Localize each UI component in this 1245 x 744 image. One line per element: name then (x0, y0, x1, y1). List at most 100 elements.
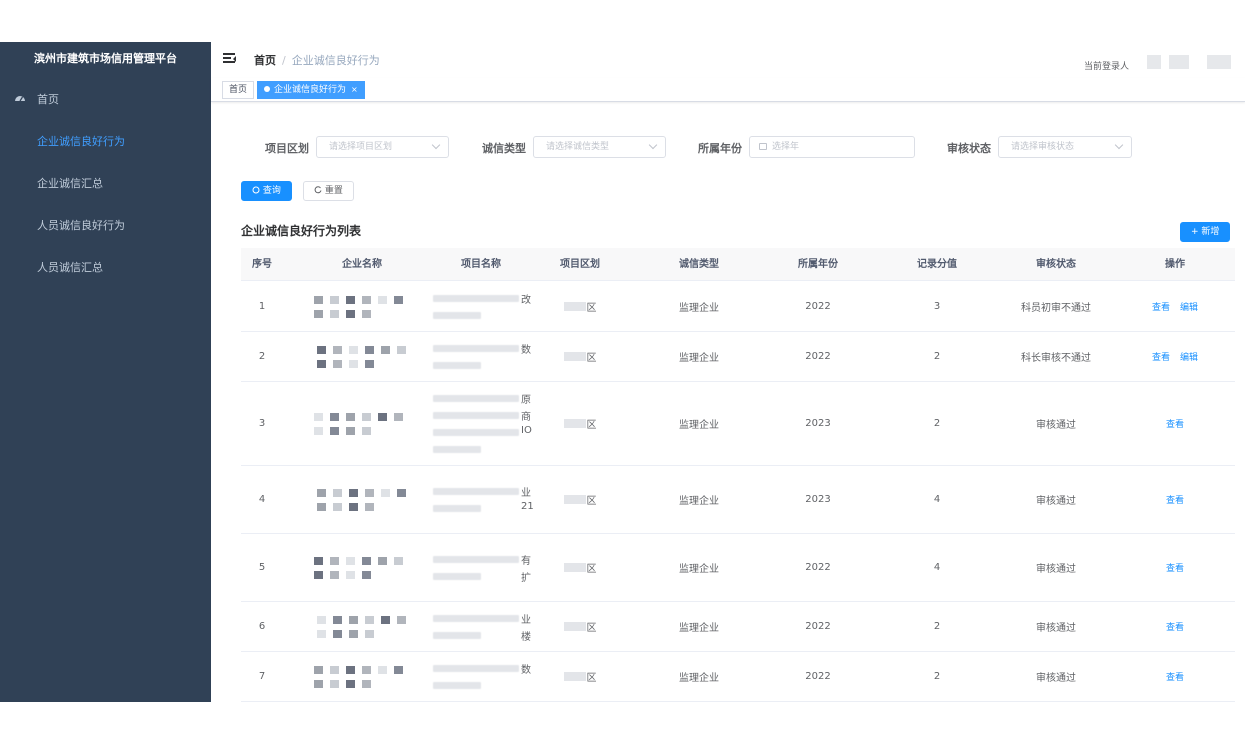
project-name-blurred: 有扩 (431, 551, 531, 585)
column-header: 企业名称 (342, 259, 382, 270)
view-link[interactable]: 查看 (1152, 300, 1170, 313)
region-suffix: 区 (586, 303, 597, 314)
region-select[interactable]: 请选择项目区划 (316, 136, 449, 158)
company-name-blurred (314, 294, 410, 320)
close-icon[interactable]: × (351, 85, 358, 94)
project-name-cell: 业楼 (426, 602, 536, 651)
integrity-type: 监理企业 (679, 496, 719, 507)
row-index: 6 (258, 621, 266, 632)
navbar: 首页 / 企业诚信良好行为 当前登录人 (211, 42, 1245, 78)
record-year: 2022 (805, 351, 831, 362)
region-suffix: 区 (586, 496, 597, 507)
view-link[interactable]: 查看 (1166, 670, 1184, 683)
breadcrumb: 首页 / 企业诚信良好行为 (254, 52, 380, 68)
integrity-type: 监理企业 (679, 564, 719, 575)
current-user-label: 当前登录人 (1083, 62, 1129, 72)
status-badge: 审核通过 (1036, 420, 1076, 431)
column-header: 所属年份 (798, 259, 838, 270)
tag-current[interactable]: 企业诚信良好行为 × (257, 81, 365, 99)
tags-view-bar: 首页 企业诚信良好行为 × (211, 78, 1245, 102)
record-score: 2 (933, 671, 941, 682)
tag-home-label: 首页 (229, 85, 248, 95)
sidebar-item-label: 首页 (37, 93, 59, 106)
search-button[interactable]: 查询 (241, 181, 292, 201)
user-menu-blurred[interactable] (1207, 55, 1231, 69)
region-suffix: 区 (586, 623, 597, 634)
region-label: 项目区划 (265, 142, 309, 155)
record-score: 4 (933, 562, 941, 573)
tag-home[interactable]: 首页 (222, 81, 255, 99)
sidebar-item-person-summary[interactable]: 人员诚信汇总 (0, 247, 211, 289)
status-badge: 科长审核不通过 (1021, 353, 1091, 364)
sidebar-item-person-good-behavior[interactable]: 人员诚信良好行为 (0, 205, 211, 247)
dashboard-icon (14, 79, 26, 121)
table-row: 5 有扩 区 监理企业 2022 4 审核通过 查看 (241, 534, 1235, 602)
record-year: 2022 (805, 562, 831, 573)
region-cell: 区 (525, 602, 635, 651)
tag-current-label: 企业诚信良好行为 (274, 85, 347, 95)
year-label: 所属年份 (698, 142, 742, 155)
project-name-blurred: 原商 IO (431, 390, 532, 458)
integrity-type: 监理企业 (679, 673, 719, 684)
company-name-cell (307, 282, 417, 331)
active-dot-icon (264, 86, 270, 92)
row-index: 5 (258, 562, 266, 573)
view-link[interactable]: 查看 (1166, 620, 1184, 633)
region-blurred (563, 622, 586, 631)
view-link[interactable]: 查看 (1166, 561, 1184, 574)
hamburger-menu-icon[interactable] (223, 52, 237, 66)
integrity-type: 监理企业 (679, 420, 719, 431)
chevron-down-icon (431, 140, 441, 150)
table-row: 6 业楼 区 监理企业 2022 2 审核通过 查看 (241, 602, 1235, 652)
actions-cell: 查看 (1120, 382, 1230, 465)
row-index: 2 (258, 351, 266, 362)
view-link[interactable]: 查看 (1166, 417, 1184, 430)
table-row: 2 数 区 监理企业 2022 2 科长审核不通过 查看 编辑 (241, 332, 1235, 382)
edit-link[interactable]: 编辑 (1180, 300, 1198, 313)
edit-link[interactable]: 编辑 (1180, 350, 1198, 363)
column-header: 审核状态 (1036, 259, 1076, 270)
sidebar-item-enterprise-good-behavior[interactable]: 企业诚信良好行为 (0, 121, 211, 163)
reset-button[interactable]: 重置 (303, 181, 354, 201)
status-badge: 审核通过 (1036, 673, 1076, 684)
company-name-blurred (314, 555, 410, 581)
status-select[interactable]: 请选择审核状态 (998, 136, 1132, 158)
status-badge: 审核通过 (1036, 496, 1076, 507)
breadcrumb-home[interactable]: 首页 (254, 54, 276, 67)
add-button[interactable]: + 新增 (1180, 222, 1231, 242)
region-cell: 区 (525, 652, 635, 701)
avatar[interactable] (1147, 55, 1161, 69)
view-link[interactable]: 查看 (1152, 350, 1170, 363)
record-score: 2 (933, 418, 941, 429)
column-header: 操作 (1165, 259, 1185, 270)
column-header: 项目名称 (461, 259, 501, 270)
status-badge: 审核通过 (1036, 623, 1076, 634)
sidebar-item-home[interactable]: 首页 (0, 79, 211, 121)
year-picker[interactable]: 选择年 (749, 136, 915, 158)
region-cell: 区 (525, 332, 635, 381)
record-score: 3 (933, 301, 941, 312)
row-index: 1 (258, 301, 266, 312)
column-header: 项目区划 (560, 259, 600, 270)
company-name-cell (307, 466, 417, 533)
sidebar-item-label: 人员诚信良好行为 (37, 219, 125, 232)
region-cell: 区 (525, 382, 635, 465)
type-select[interactable]: 请选择诚信类型 (533, 136, 666, 158)
column-header: 诚信类型 (679, 259, 719, 270)
sidebar: 滨州市建筑市场信用管理平台 首页 企业诚信良好行为 企业诚信汇总 人员诚信良好行… (0, 42, 211, 702)
company-name-blurred (314, 344, 410, 370)
record-score: 2 (933, 351, 941, 362)
table-title: 企业诚信良好行为列表 (241, 224, 362, 238)
table-header: 序号 企业名称 项目名称 项目区划 诚信类型 所属年份 记录分值 审核状态 操作 (241, 248, 1235, 281)
company-name-cell (307, 332, 417, 381)
project-name-cell: 数 (426, 652, 536, 701)
project-name-cell: 数 (426, 332, 536, 381)
view-link[interactable]: 查看 (1166, 493, 1184, 506)
sidebar-item-enterprise-summary[interactable]: 企业诚信汇总 (0, 163, 211, 205)
record-year: 2022 (805, 621, 831, 632)
company-name-blurred (314, 664, 410, 690)
region-cell: 区 (525, 466, 635, 533)
company-name-cell (307, 382, 417, 465)
type-placeholder: 请选择诚信类型 (546, 142, 610, 152)
region-suffix: 区 (586, 420, 597, 431)
